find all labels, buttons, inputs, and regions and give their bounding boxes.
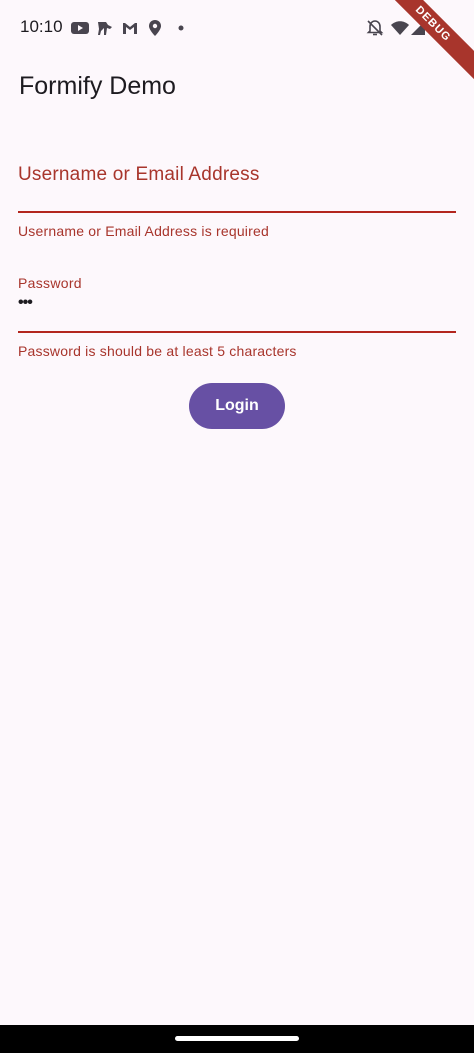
password-label: Password (18, 275, 82, 291)
tool-icon (98, 22, 112, 35)
home-handle[interactable] (175, 1036, 299, 1041)
username-error-text: Username or Email Address is required (18, 223, 269, 239)
location-pin-icon (149, 20, 161, 36)
wifi-icon (391, 21, 409, 35)
page-title: Formify Demo (19, 72, 176, 100)
gmail-icon (123, 23, 137, 34)
status-time: 10:10 (20, 17, 63, 36)
password-value: ••• (18, 294, 33, 311)
password-error-text: Password is should be at least 5 charact… (18, 343, 297, 359)
password-underline (18, 331, 456, 333)
screen: 10:10 DEBUG Formify Demo Username or Ema… (0, 0, 474, 1053)
username-underline (18, 211, 456, 213)
login-button[interactable]: Login (189, 383, 285, 429)
debug-banner: DEBUG (372, 0, 474, 85)
notifications-off-icon (366, 20, 384, 36)
status-bar: 10:10 DEBUG (0, 0, 474, 85)
username-label: Username or Email Address (18, 164, 260, 185)
navigation-bar (0, 1025, 474, 1053)
dot-icon (178, 25, 184, 31)
youtube-icon (71, 22, 89, 34)
username-field[interactable]: Username or Email Address (18, 150, 456, 214)
password-field[interactable]: Password ••• (18, 270, 456, 334)
